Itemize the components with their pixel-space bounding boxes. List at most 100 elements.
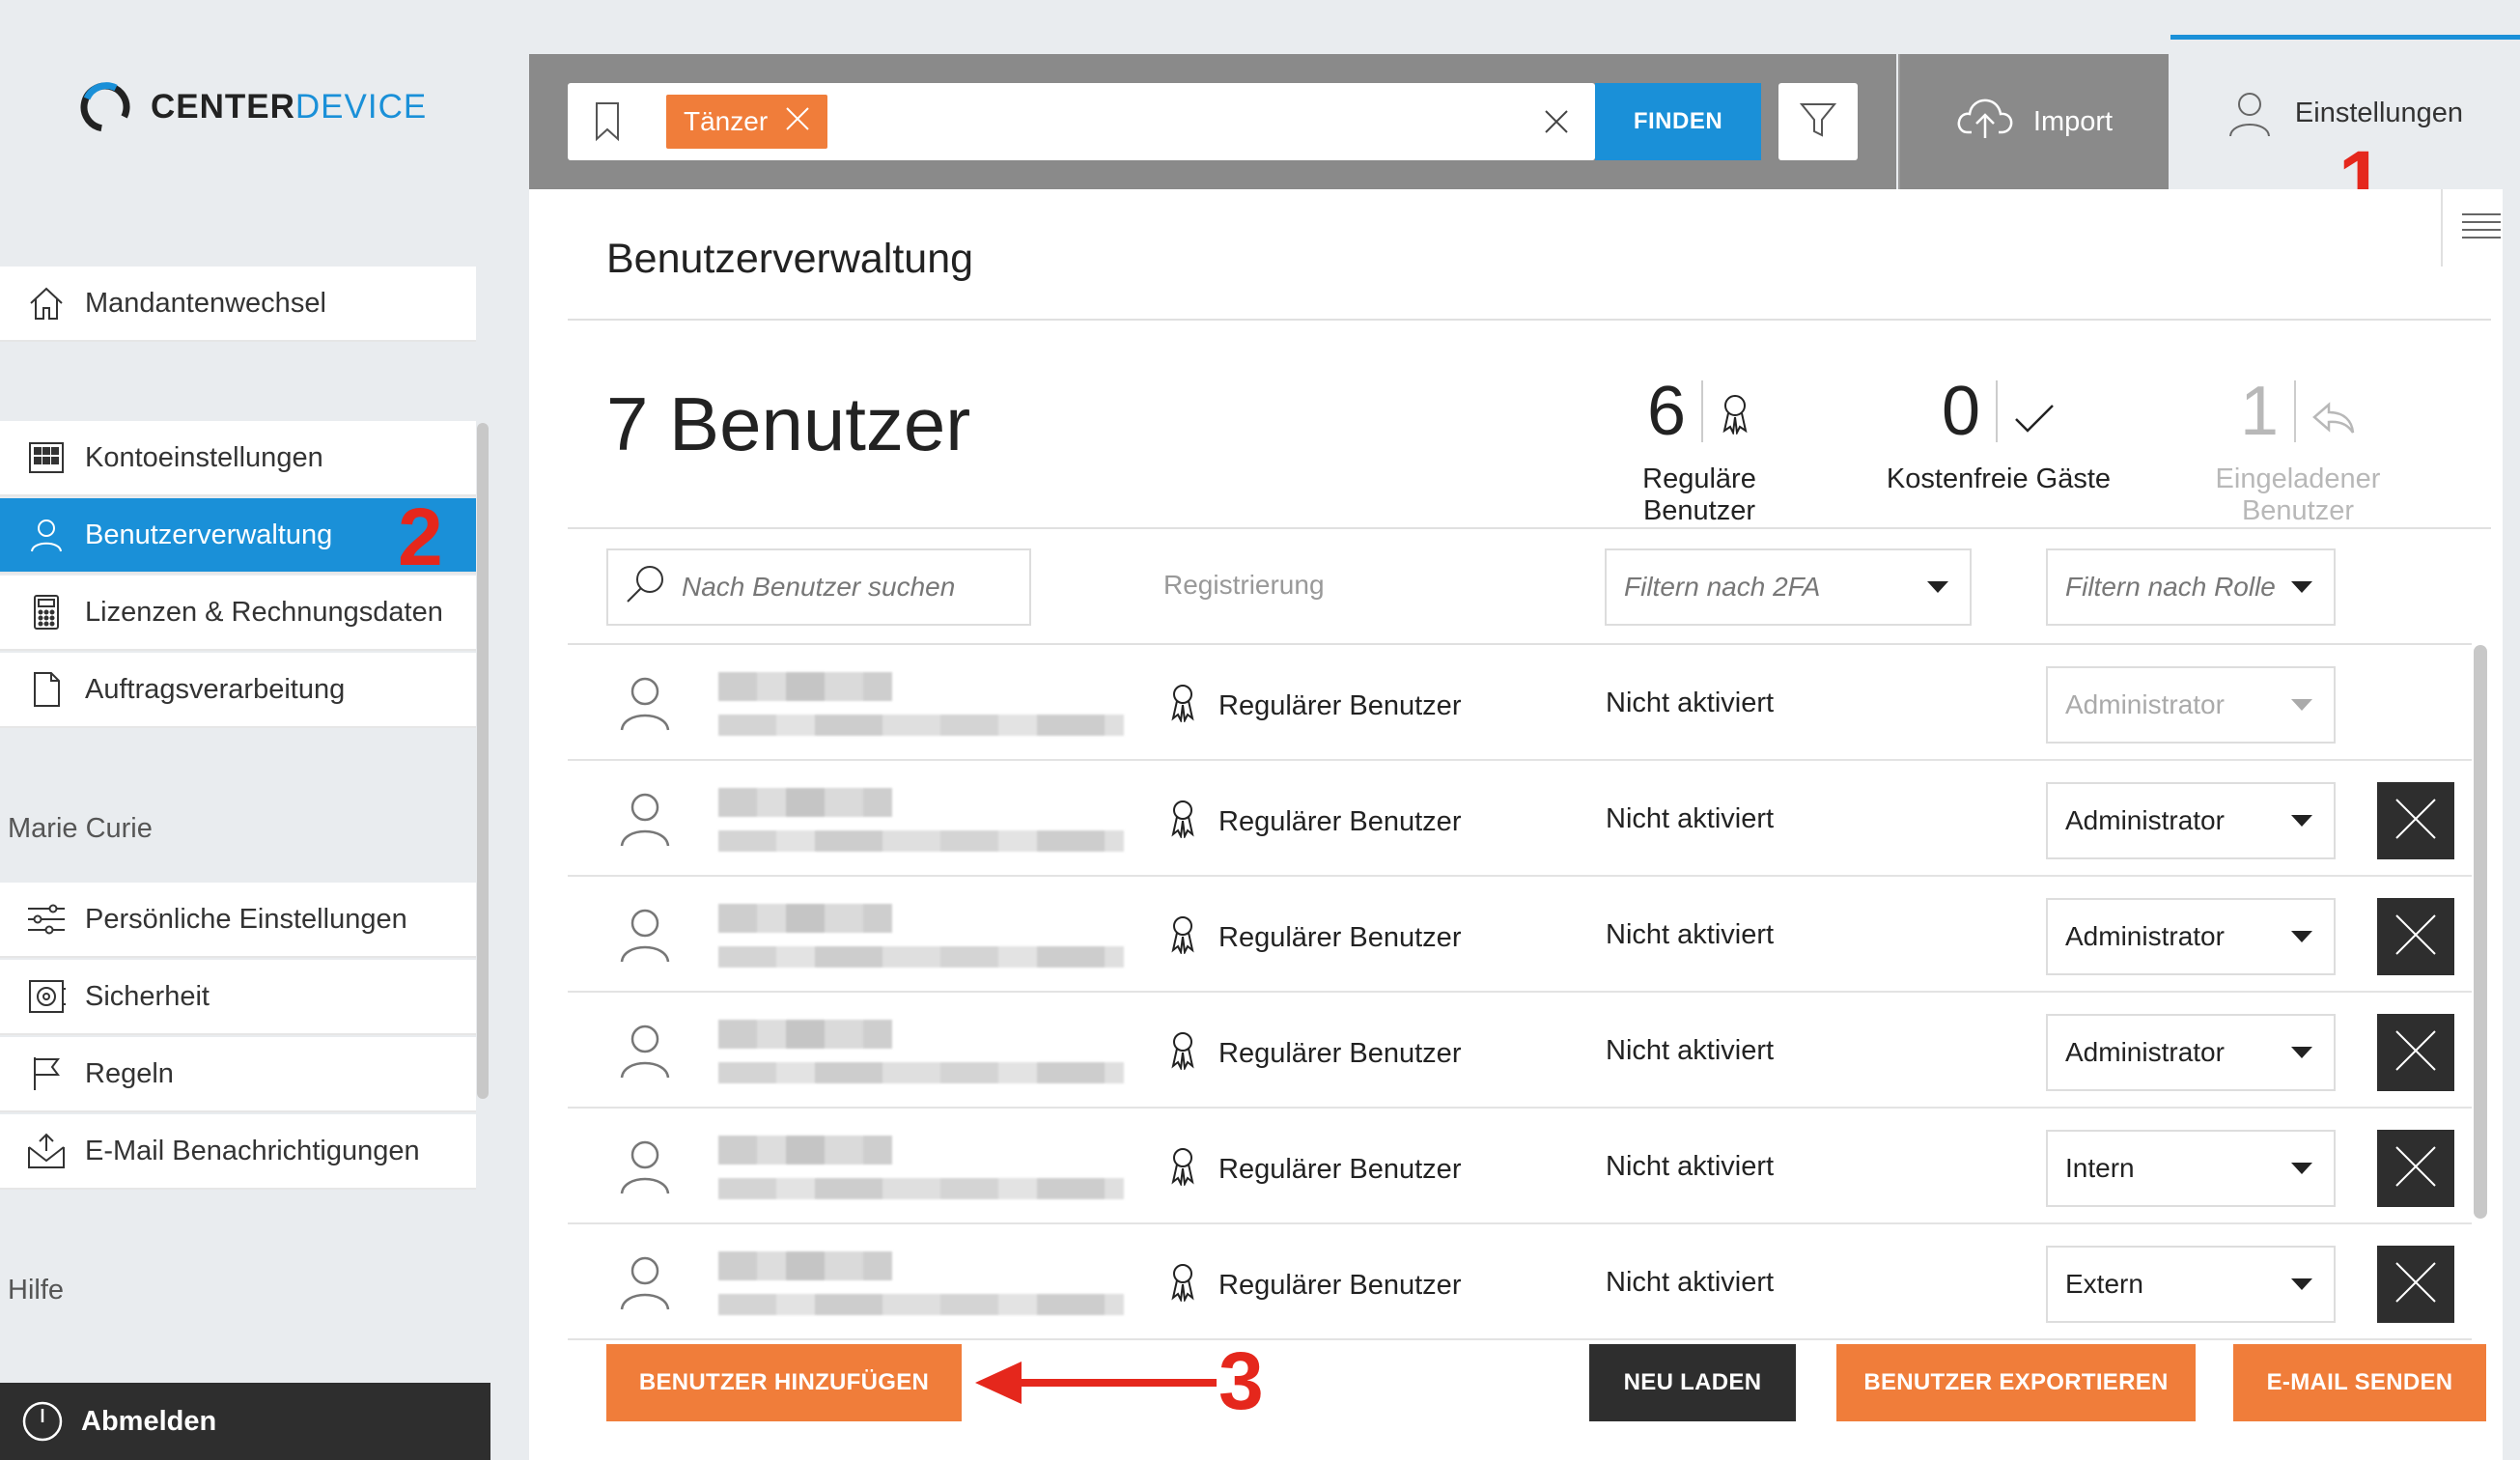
search-tag-label: Tänzer	[684, 106, 769, 136]
annotation-arrow-icon	[975, 1358, 1217, 1413]
tfa-status: Nicht aktiviert	[1606, 1035, 1775, 1066]
find-button[interactable]: FINDEN	[1595, 83, 1761, 160]
sidebar-item-label: Sicherheit	[85, 980, 210, 1012]
sidebar-item-mandantenwechsel[interactable]: Mandantenwechsel	[0, 267, 476, 342]
cloud-upload-icon	[1956, 96, 2014, 148]
remove-tag-icon[interactable]	[785, 106, 810, 138]
flag-icon	[25, 1053, 68, 1095]
sidebar-item-regeln[interactable]: Regeln	[0, 1037, 476, 1112]
delete-user-button[interactable]	[2377, 898, 2454, 975]
role-select: Administrator	[2046, 666, 2336, 744]
user-type: Regulärer Benutzer	[1168, 1261, 1461, 1309]
add-user-button[interactable]: BENUTZER HINZUFÜGEN	[606, 1344, 962, 1421]
filter-role-label: Filtern nach Rolle	[2065, 572, 2276, 602]
sidebar-item-persoenliche-einstellungen[interactable]: Persönliche Einstellungen	[0, 883, 476, 958]
delete-user-button[interactable]	[2377, 782, 2454, 859]
close-icon	[2394, 913, 2437, 961]
sidebar-item-email-benachrichtigungen[interactable]: E-Mail Benachrichtigungen	[0, 1114, 476, 1190]
redacted-email	[718, 946, 1124, 968]
sidebar-item-kontoeinstellungen[interactable]: Kontoeinstellungen	[0, 421, 476, 496]
stat-label: Reguläre Benutzer	[1642, 463, 1756, 526]
home-icon	[25, 282, 68, 324]
avatar-icon	[616, 674, 674, 737]
mail-icon	[25, 1130, 68, 1172]
user-type: Regulärer Benutzer	[1168, 682, 1461, 730]
avatar-icon	[616, 1137, 674, 1200]
role-label: Administrator	[2065, 1037, 2225, 1067]
reload-button[interactable]: NEU LADEN	[1589, 1344, 1796, 1421]
stat-invited-users: 1 Eingeladener Benutzer	[2163, 373, 2433, 527]
table-scrollbar[interactable]	[2474, 645, 2487, 1219]
stat-regular-users: 6 Reguläre Benutzer	[1583, 373, 1815, 527]
filter-icon	[1799, 100, 1837, 144]
role-select[interactable]: Administrator	[2046, 1014, 2336, 1091]
caret-down-icon	[2291, 699, 2312, 711]
caret-down-icon	[2291, 1163, 2312, 1174]
redacted-name	[718, 672, 892, 701]
sidebar-item-label: Lizenzen & Rechnungsdaten	[85, 596, 443, 628]
avatar-icon	[616, 1253, 674, 1316]
caret-down-icon	[2291, 931, 2312, 942]
filter-role-select[interactable]: Filtern nach Rolle	[2046, 548, 2336, 626]
sidebar-item-sicherheit[interactable]: Sicherheit	[0, 960, 476, 1035]
close-icon	[2394, 1145, 2437, 1193]
hamburger-icon	[2460, 209, 2503, 248]
hamburger-menu-button[interactable]	[2441, 189, 2520, 267]
filter-button[interactable]	[1778, 83, 1858, 160]
delete-user-button[interactable]	[2377, 1246, 2454, 1323]
sidebar-item-label: Kontoeinstellungen	[85, 441, 323, 473]
table-row: Regulärer Benutzer Nicht aktiviert Extern	[568, 1224, 2472, 1340]
redacted-email	[718, 1062, 1124, 1083]
redacted-name	[718, 1251, 892, 1280]
role-label: Intern	[2065, 1153, 2135, 1183]
caret-down-icon	[1927, 581, 1948, 593]
user-type: Regulärer Benutzer	[1168, 798, 1461, 846]
page-title: Benutzerverwaltung	[606, 236, 974, 282]
ribbon-icon	[1168, 1145, 1197, 1193]
role-select[interactable]: Extern	[2046, 1246, 2336, 1323]
safe-icon	[25, 975, 68, 1018]
send-email-button[interactable]: E-MAIL SENDEN	[2233, 1344, 2486, 1421]
sidebar-item-label: Mandantenwechsel	[85, 287, 326, 319]
users-total: 7 Benutzer	[606, 381, 971, 466]
search-tag[interactable]: Tänzer	[666, 95, 828, 149]
stat-value: 0	[1941, 373, 1981, 450]
logout-button[interactable]: Abmelden	[0, 1383, 490, 1460]
delete-user-button[interactable]	[2377, 1130, 2454, 1207]
role-label: Administrator	[2065, 689, 2225, 719]
import-label: Import	[2032, 105, 2114, 137]
table-row: Regulärer Benutzer Nicht aktiviert Adminis…	[568, 993, 2472, 1109]
user-search-input[interactable]: Nach Benutzer suchen	[606, 548, 1031, 626]
logout-label: Abmelden	[81, 1405, 217, 1437]
role-select[interactable]: Administrator	[2046, 898, 2336, 975]
export-users-button[interactable]: BENUTZER EXPORTIEREN	[1836, 1344, 2196, 1421]
user-search-placeholder: Nach Benutzer suchen	[682, 572, 956, 602]
sidebar-item-label: Auftragsverarbeitung	[85, 673, 346, 705]
tfa-status: Nicht aktiviert	[1606, 1267, 1775, 1298]
redacted-email	[718, 830, 1124, 852]
bookmark-icon[interactable]	[593, 100, 622, 148]
role-select[interactable]: Intern	[2046, 1130, 2336, 1207]
grid-icon	[25, 436, 68, 479]
delete-user-button[interactable]	[2377, 1014, 2454, 1091]
filter-2fa-select[interactable]: Filtern nach 2FA	[1605, 548, 1972, 626]
role-select[interactable]: Administrator	[2046, 782, 2336, 859]
import-tab[interactable]: Import	[1898, 54, 2169, 189]
avatar-icon	[616, 790, 674, 853]
tfa-status: Nicht aktiviert	[1606, 919, 1775, 950]
centerdevice-logo-icon	[80, 82, 130, 132]
sidebar-item-auftragsverarbeitung[interactable]: Auftragsverarbeitung	[0, 653, 476, 728]
annotation-2: 2	[398, 491, 443, 582]
user-icon	[2227, 90, 2272, 146]
clear-search-icon[interactable]	[1543, 108, 1570, 140]
user-type-label: Regulärer Benutzer	[1218, 1153, 1462, 1185]
stat-free-guests: 0 Kostenfreie Gäste	[1883, 373, 2114, 495]
logo: CENTERDEVICE	[77, 79, 427, 135]
role-label: Administrator	[2065, 805, 2225, 835]
table-row: Regulärer Benutzer Nicht aktiviert Adminis…	[568, 877, 2472, 993]
sidebar-scrollbar[interactable]	[477, 423, 489, 1099]
divider	[568, 319, 2491, 321]
sidebar-help[interactable]: Hilfe	[8, 1275, 64, 1306]
reply-icon	[2311, 373, 2356, 450]
sidebar-item-lizenzen[interactable]: Lizenzen & Rechnungsdaten	[0, 576, 476, 651]
